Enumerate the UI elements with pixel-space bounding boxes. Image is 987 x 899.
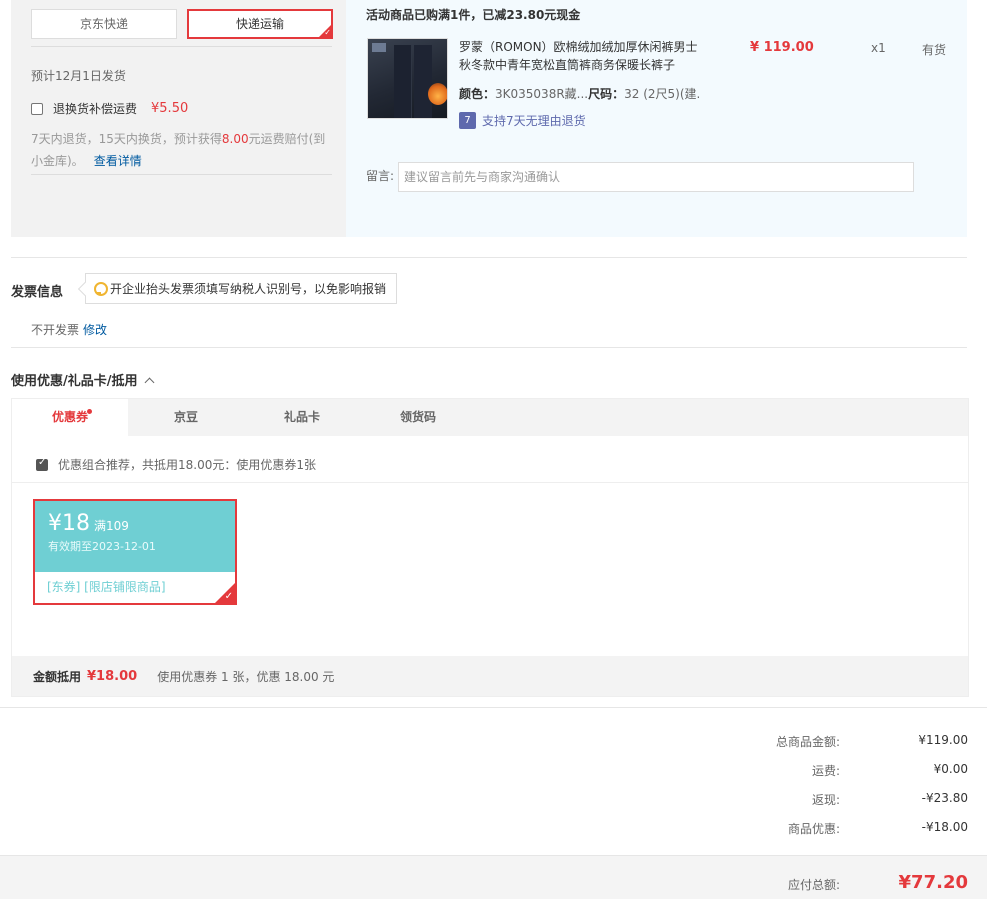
size-label: 尺码： (588, 87, 625, 101)
insurance-details-link[interactable]: 查看详情 (94, 154, 142, 168)
tab-coupon[interactable]: 优惠券 (12, 399, 128, 436)
shipping-panel: 京东快递 快递运输 ✓ 预计12月1日发货 退换货补偿运费 ¥5.50 7天内退… (11, 0, 346, 237)
summary-row: 返现: -¥23.80 (0, 791, 987, 811)
summary-label: 返现: (811, 793, 840, 807)
selected-check-icon: ✓ (215, 583, 235, 603)
product-panel: 活动商品已购满1件，已减23.80元现金 罗蒙（ROMON）欧棉绒加绒加厚休闲裤… (346, 0, 967, 237)
divider (12, 482, 968, 483)
insurance-row: 退换货补偿运费 ¥5.50 (31, 100, 188, 117)
summary-value: ¥0.00 (933, 762, 968, 776)
divider (31, 46, 332, 47)
return-7day-icon: 7 (459, 112, 476, 129)
summary-value: -¥23.80 (921, 791, 968, 805)
divider (11, 347, 967, 348)
insurance-desc: 7天内退货，15天内换货，预计获得8.00元运费赔付(到小金库)。 查看详情 (31, 128, 336, 172)
tab-pickup-code[interactable]: 领货码 (360, 399, 476, 436)
thumbnail-shape (414, 45, 432, 118)
discount-title: 使用优惠/礼品卡/抵用 (11, 374, 138, 389)
invoice-title: 发票信息 (11, 285, 64, 300)
product-qty: x1 (871, 41, 886, 55)
summary-row: 运费: ¥0.00 (0, 762, 987, 782)
summary-label: 运费: (811, 764, 840, 778)
coupon-condition: 满109 (94, 519, 129, 533)
insurance-checkbox[interactable] (31, 102, 43, 115)
summary-label: 商品优惠: (787, 822, 840, 836)
product-name[interactable]: 罗蒙（ROMON）欧棉绒加绒加厚休闲裤男士秋冬款中青年宽松直筒裤商务保暖长裤子 (459, 38, 709, 74)
insurance-desc-amount: 8.00 (221, 132, 249, 146)
tab-coupon-label: 优惠券 (51, 410, 88, 424)
discount-toggle[interactable]: 使用优惠/礼品卡/抵用 (11, 370, 154, 389)
selected-check-icon: ✓ (318, 24, 332, 38)
lightbulb-icon (94, 281, 108, 296)
coupon-scope: [东券] [限店铺限商品] (47, 580, 166, 594)
invoice-value: 不开发票 修改 (31, 321, 107, 338)
thumbnail-shape (394, 45, 412, 118)
insurance-label: 退换货补偿运费 (53, 102, 138, 116)
flame-icon (428, 83, 447, 105)
coupon-validity: 有效期至2023-12-01 (48, 540, 156, 553)
red-dot-icon (87, 409, 92, 414)
coupon-amount-row: ¥18 满109 (48, 511, 235, 536)
divider (31, 174, 332, 175)
combo-recommend: 优惠组合推荐，共抵用18.00元：使用优惠券1张 (36, 456, 316, 473)
tab-jingdou[interactable]: 京豆 (128, 399, 244, 436)
coupon-card[interactable]: ¥18 满109 有效期至2023-12-01 [东券] [限店铺限商品] ✓ (33, 499, 237, 605)
divider (0, 707, 987, 708)
shipping-option-express-label: 快递运输 (235, 17, 284, 31)
coupon-box: 优惠券 京豆 礼品卡 领货码 优惠组合推荐，共抵用18.00元：使用优惠券1张 … (11, 398, 969, 697)
promo-text: 活动商品已购满1件，已减23.80元现金 (366, 8, 581, 22)
discount-tabs: 优惠券 京豆 礼品卡 领货码 (12, 399, 968, 436)
insurance-desc-text: 7天内退货，15天内换货，预计获得 (31, 132, 222, 146)
tab-giftcard[interactable]: 礼品卡 (244, 399, 360, 436)
color-label: 颜色： (459, 87, 496, 101)
combo-text: 优惠组合推荐，共抵用18.00元：使用优惠券1张 (58, 458, 316, 472)
coupon-amount: ¥18 (48, 511, 90, 536)
size-value: 32 (2尺5)(建... (624, 87, 699, 101)
invoice-value-text: 不开发票 (31, 323, 80, 337)
payable-label: 应付总额: (787, 878, 840, 892)
product-spec: 颜色：3K035038R藏...尺码：32 (2尺5)(建... (459, 85, 699, 102)
ship-date: 预计12月1日发货 (31, 69, 126, 83)
chevron-up-icon (144, 377, 154, 388)
message-label: 留言: (366, 169, 395, 183)
payable-bar: 应付总额: ¥77.20 (0, 855, 987, 899)
combo-checkbox[interactable] (36, 457, 48, 471)
invoice-edit-link[interactable]: 修改 (83, 323, 107, 337)
summary-label: 总商品金额: (775, 735, 840, 749)
product-thumbnail[interactable] (367, 38, 448, 119)
brand-logo (372, 43, 386, 52)
product-stock: 有货 (922, 43, 947, 57)
summary-value: ¥119.00 (918, 733, 968, 747)
product-price: ¥ 119.00 (750, 40, 814, 55)
deduction-amount: ¥18.00 (87, 668, 138, 684)
divider (11, 257, 967, 258)
coupon-card-top: ¥18 满109 有效期至2023-12-01 (35, 501, 235, 572)
summary-row: 总商品金额: ¥119.00 (0, 733, 987, 753)
deduction-desc: 使用优惠券 1 张，优惠 18.00 元 (157, 669, 335, 684)
color-value: 3K035038R藏... (495, 87, 589, 101)
shipping-option-jd[interactable]: 京东快递 (31, 9, 177, 39)
return-policy-label: 支持7天无理由退货 (482, 114, 586, 128)
summary-row: 商品优惠: -¥18.00 (0, 820, 987, 840)
insurance-price: ¥5.50 (151, 101, 189, 116)
return-policy: 7 支持7天无理由退货 (459, 112, 586, 129)
coupon-footer: 金额抵用 ¥18.00 使用优惠券 1 张，优惠 18.00 元 (12, 656, 968, 696)
deduction-label: 金额抵用 (33, 669, 82, 684)
invoice-tip-text: 开企业抬头发票须填写纳税人识别号，以免影响报销 (110, 282, 387, 296)
shipping-option-express[interactable]: 快递运输 ✓ (187, 9, 333, 39)
invoice-tip: 开企业抬头发票须填写纳税人识别号，以免影响报销 (85, 273, 398, 304)
message-input[interactable] (398, 162, 914, 192)
summary-value: -¥18.00 (921, 820, 968, 834)
payable-total: ¥77.20 (898, 872, 968, 893)
